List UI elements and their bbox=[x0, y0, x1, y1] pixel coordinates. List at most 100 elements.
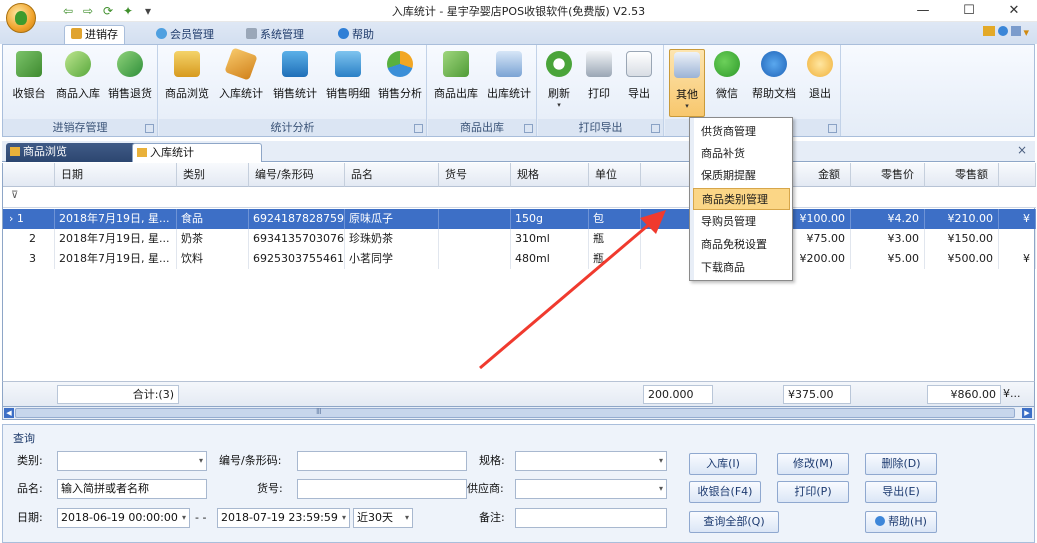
menu-item-supplier-management[interactable]: 供货商管理 bbox=[693, 121, 790, 143]
other-dropdown-icon[interactable]: ▾ bbox=[670, 102, 704, 110]
exit-button[interactable]: 退出 bbox=[803, 49, 837, 117]
category-select[interactable]: ▾ bbox=[57, 451, 207, 471]
stock-in-icon bbox=[65, 51, 91, 77]
refresh-icon[interactable]: ⟳ bbox=[100, 3, 116, 19]
menu-item-restock[interactable]: 商品补货 bbox=[693, 143, 790, 165]
help-circle-icon[interactable] bbox=[998, 26, 1009, 36]
cashier-query-button[interactable]: 收银台(F4) bbox=[689, 481, 761, 503]
close-tab-icon[interactable]: × bbox=[1017, 143, 1027, 157]
print-label: 打印 bbox=[588, 87, 610, 100]
stock-in-query-button[interactable]: 入库(I) bbox=[689, 453, 757, 475]
group-print-export-label: 打印导出 bbox=[538, 119, 663, 136]
help-query-button[interactable]: 帮助(H) bbox=[865, 511, 937, 533]
wechat-button[interactable]: 微信 bbox=[709, 49, 745, 117]
ribbon-options-dropdown-icon[interactable]: ▾ bbox=[1023, 26, 1029, 39]
cell-sku bbox=[439, 209, 511, 229]
refresh-button[interactable]: 刷新 ▾ bbox=[542, 49, 576, 117]
stock-in-button[interactable]: 商品入库 bbox=[53, 49, 103, 117]
edit-button[interactable]: 修改(M) bbox=[777, 453, 849, 475]
ribbon-options[interactable]: ▾ bbox=[983, 26, 1029, 39]
chevron-down-icon: ▾ bbox=[341, 513, 346, 522]
date-to-input[interactable]: 2018-07-19 23:59:59 ▾ bbox=[217, 508, 350, 528]
stock-out-label: 商品出库 bbox=[434, 87, 478, 100]
sales-detail-button[interactable]: 销售明细 bbox=[323, 49, 373, 117]
tab-inventory[interactable]: 进销存 bbox=[64, 25, 125, 44]
tab-system[interactable]: 系统管理 bbox=[240, 26, 310, 44]
header-retail-price[interactable]: 零售价 bbox=[851, 163, 925, 187]
doc-tab-stock-in-stats[interactable]: 入库统计 bbox=[132, 143, 262, 162]
group-other-launcher[interactable] bbox=[828, 124, 837, 133]
sales-return-button[interactable]: 销售退货 bbox=[105, 49, 155, 117]
header-sku[interactable]: 货号 bbox=[439, 163, 511, 187]
qat-more-icon[interactable]: ▾ bbox=[142, 3, 154, 19]
maximize-button[interactable]: ☐ bbox=[946, 0, 992, 22]
horizontal-scrollbar[interactable]: ◀ Ⅲ ▶ bbox=[2, 406, 1035, 420]
spec-label: 规格: bbox=[479, 454, 505, 467]
ribbon-tab-bar: 进销存 会员管理 系统管理 帮助 bbox=[0, 22, 1037, 44]
header-name[interactable]: 品名 bbox=[345, 163, 439, 187]
menu-item-download-products[interactable]: 下载商品 bbox=[693, 257, 790, 279]
header-unit[interactable]: 单位 bbox=[589, 163, 641, 187]
sales-analysis-button[interactable]: 销售分析 bbox=[375, 49, 425, 117]
help-doc-button[interactable]: 帮助文档 bbox=[749, 49, 799, 117]
cashier-button[interactable]: 收银台 bbox=[7, 49, 51, 117]
product-browse-button[interactable]: 商品浏览 bbox=[161, 49, 213, 117]
chevron-down-icon: ▾ bbox=[181, 513, 186, 522]
scroll-left-icon[interactable]: ◀ bbox=[4, 408, 14, 418]
code-input[interactable] bbox=[297, 451, 467, 471]
print-button[interactable]: 打印 bbox=[582, 49, 616, 117]
refresh-dropdown-icon[interactable]: ▾ bbox=[542, 101, 576, 109]
filter-row[interactable]: ⊽ bbox=[3, 187, 1036, 208]
note-input[interactable] bbox=[515, 508, 667, 528]
other-button[interactable]: 其他 ▾ bbox=[669, 49, 705, 117]
print-query-button[interactable]: 打印(P) bbox=[777, 481, 849, 503]
query-all-button[interactable]: 查询全部(Q) bbox=[689, 511, 779, 533]
group-stock-out-launcher[interactable] bbox=[524, 124, 533, 133]
range-select[interactable]: 近30天 ▾ bbox=[353, 508, 413, 528]
sales-stats-button[interactable]: 销售统计 bbox=[269, 49, 321, 117]
header-code[interactable]: 编号/条形码 bbox=[249, 163, 345, 187]
header-category[interactable]: 类别 bbox=[177, 163, 249, 187]
tab-members[interactable]: 会员管理 bbox=[150, 26, 220, 44]
export-query-button[interactable]: 导出(E) bbox=[865, 481, 937, 503]
wrench-icon bbox=[246, 28, 257, 39]
filter-icon[interactable]: ⊽ bbox=[11, 190, 18, 201]
header-spec[interactable]: 规格 bbox=[511, 163, 589, 187]
date-separator: - - bbox=[195, 511, 207, 524]
group-inventory-launcher[interactable] bbox=[145, 124, 154, 133]
table-row[interactable]: 3 2018年7月19日, 星... 饮料 6925303755461 小茗同学… bbox=[3, 249, 1036, 269]
stock-out-stats-button[interactable]: 出库统计 bbox=[483, 49, 535, 117]
stock-in-stats-button[interactable]: 入库统计 bbox=[215, 47, 267, 117]
menu-item-expiry-reminder[interactable]: 保质期提醒 bbox=[693, 165, 790, 187]
tab-help[interactable]: 帮助 bbox=[332, 26, 380, 44]
spec-select[interactable]: ▾ bbox=[515, 451, 667, 471]
back-icon[interactable]: ⇦ bbox=[60, 3, 76, 19]
header-retail-total[interactable]: 零售额 bbox=[925, 163, 999, 187]
table-row[interactable]: › 1 2018年7月19日, 星... 食品 6924187828759 原味… bbox=[3, 209, 1036, 229]
header-date[interactable]: 日期 bbox=[55, 163, 177, 187]
theme-icon[interactable] bbox=[1011, 26, 1022, 36]
group-print-export-launcher[interactable] bbox=[651, 124, 660, 133]
export-button[interactable]: 导出 bbox=[622, 49, 656, 117]
menu-item-guide-management[interactable]: 导购员管理 bbox=[693, 211, 790, 233]
delete-button[interactable]: 删除(D) bbox=[865, 453, 937, 475]
settings-icon[interactable]: ✦ bbox=[120, 3, 136, 19]
sku-label: 货号: bbox=[257, 482, 283, 495]
forward-icon[interactable]: ⇨ bbox=[80, 3, 96, 19]
scroll-thumb[interactable]: Ⅲ bbox=[15, 407, 1015, 418]
supplier-select[interactable]: ▾ bbox=[515, 479, 667, 499]
close-button[interactable]: ✕ bbox=[991, 0, 1037, 22]
app-menu-button[interactable] bbox=[6, 3, 36, 33]
date-from-input[interactable]: 2018-06-19 00:00:00 ▾ bbox=[57, 508, 190, 528]
cart-icon[interactable] bbox=[983, 26, 996, 36]
group-statistics-launcher[interactable] bbox=[414, 124, 423, 133]
header-extra[interactable] bbox=[999, 163, 1036, 187]
name-input[interactable]: 输入简拼或者名称 bbox=[57, 479, 207, 499]
stock-out-button[interactable]: 商品出库 bbox=[430, 49, 482, 117]
menu-item-category-management[interactable]: 商品类别管理 bbox=[693, 188, 790, 210]
sku-input[interactable] bbox=[297, 479, 467, 499]
scroll-right-icon[interactable]: ▶ bbox=[1022, 408, 1032, 418]
minimize-button[interactable]: — bbox=[900, 0, 946, 22]
menu-item-tax-exempt-settings[interactable]: 商品免税设置 bbox=[693, 234, 790, 256]
table-row[interactable]: 2 2018年7月19日, 星... 奶茶 6934135703076 珍珠奶茶… bbox=[3, 229, 1036, 249]
